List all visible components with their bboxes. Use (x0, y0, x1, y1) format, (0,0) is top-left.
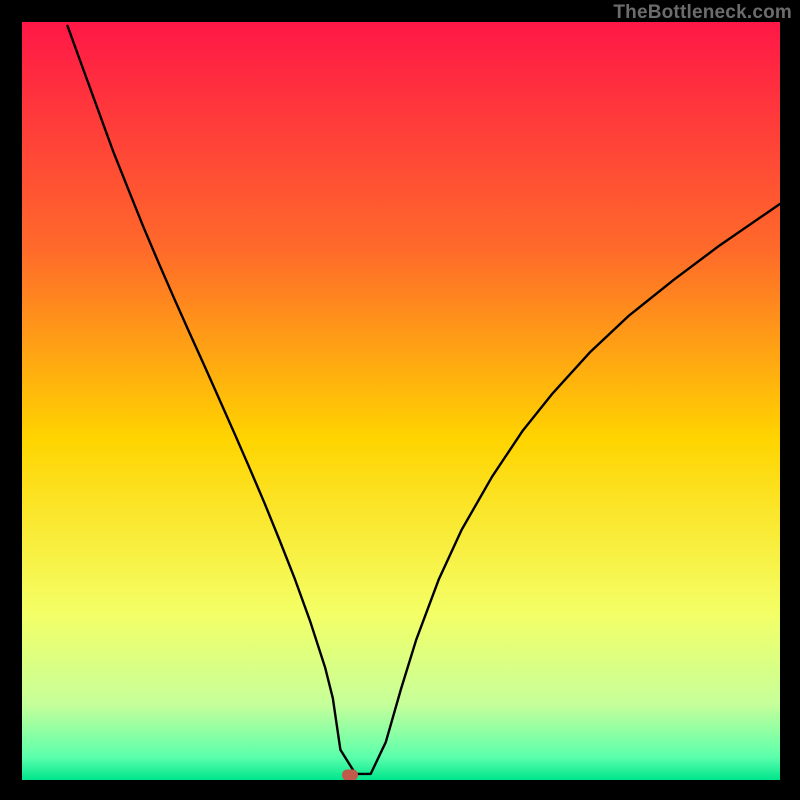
plot-area (22, 22, 780, 780)
bottleneck-curve (68, 26, 781, 774)
watermark-text: TheBottleneck.com (613, 2, 792, 24)
curve-svg (22, 22, 780, 780)
plot-frame (0, 0, 800, 800)
minimum-marker (342, 770, 358, 780)
